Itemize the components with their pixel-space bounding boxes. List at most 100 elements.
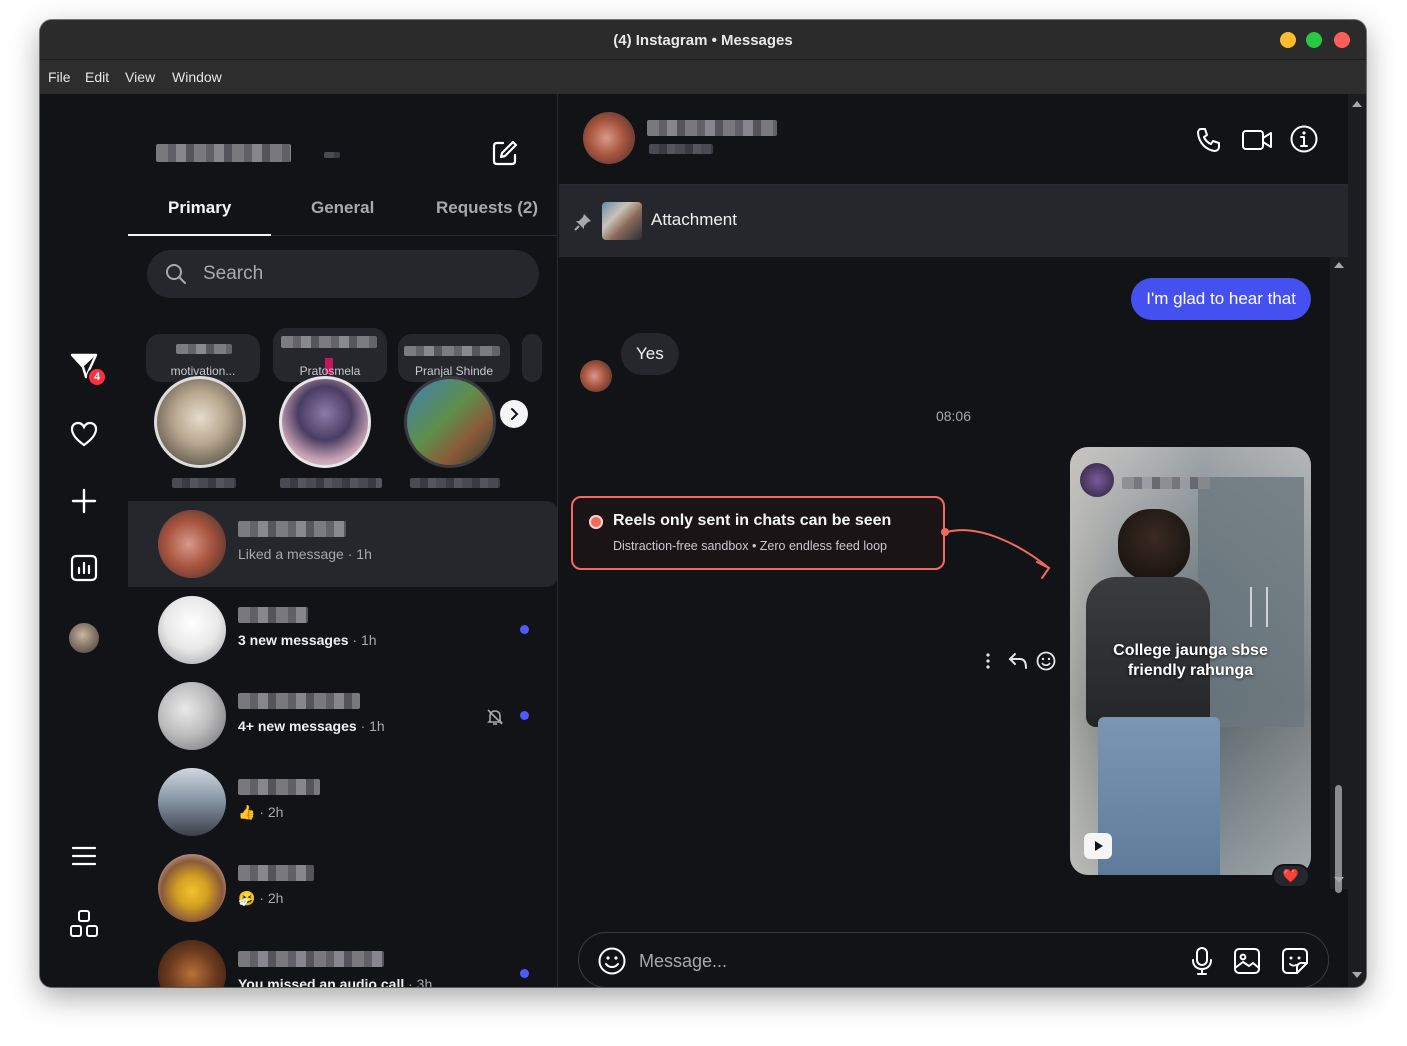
window-scrollbar[interactable] bbox=[1348, 94, 1366, 987]
emoji-react-icon[interactable] bbox=[1035, 650, 1057, 672]
app-window: (4) Instagram • Messages File Edit View … bbox=[40, 20, 1366, 987]
conversation-preview: 👍 · 2h bbox=[238, 804, 284, 820]
avatar bbox=[158, 596, 226, 664]
phone-icon[interactable] bbox=[1195, 126, 1223, 154]
heart-reaction[interactable]: ❤️ bbox=[1272, 864, 1310, 888]
avatar bbox=[158, 768, 226, 836]
chat-header bbox=[559, 94, 1348, 185]
story-avatar[interactable] bbox=[404, 376, 496, 468]
avatar bbox=[158, 940, 226, 987]
conversation-preview: Liked a message · 1h bbox=[238, 546, 372, 562]
messages-scrollbar[interactable] bbox=[1330, 257, 1348, 893]
note-bubble[interactable]: Pratosmela bbox=[273, 328, 387, 382]
close-button[interactable] bbox=[1334, 32, 1350, 48]
muted-bell-icon bbox=[487, 709, 503, 725]
conversation-item[interactable]: 👍 · 2h bbox=[128, 759, 557, 845]
conversation-preview: 3 new messages · 1h bbox=[238, 632, 377, 648]
more-options-icon[interactable] bbox=[983, 651, 993, 671]
conversation-name bbox=[238, 951, 384, 967]
conversation-item[interactable]: 🤧 · 2h bbox=[128, 845, 557, 931]
info-icon[interactable] bbox=[1289, 124, 1319, 154]
conversation-name bbox=[238, 521, 346, 537]
callout-title: Reels only sent in chats can be seen bbox=[613, 512, 892, 529]
apps-icon[interactable] bbox=[68, 908, 100, 940]
zoom-button[interactable] bbox=[1306, 32, 1322, 48]
unread-dot bbox=[520, 969, 529, 978]
reel-caption: College jaunga sbse friendly rahunga bbox=[1113, 642, 1268, 679]
note-bubble[interactable] bbox=[522, 334, 542, 382]
account-switch-chevron[interactable] bbox=[324, 152, 340, 158]
inbox-tabs: Primary General Requests (2) bbox=[128, 194, 557, 236]
search-input[interactable] bbox=[203, 260, 523, 288]
story-username bbox=[410, 478, 500, 488]
menu-file[interactable]: File bbox=[48, 69, 71, 85]
insights-icon[interactable] bbox=[68, 552, 100, 584]
message-timestamp: 08:06 bbox=[935, 408, 972, 424]
window-title: (4) Instagram • Messages bbox=[613, 32, 793, 49]
reel-author-name bbox=[1122, 477, 1210, 489]
reel-author-avatar[interactable] bbox=[1080, 463, 1114, 497]
conversation-item[interactable]: 4+ new messages · 1h bbox=[128, 673, 557, 759]
annotation-callout: Reels only sent in chats can be seen Dis… bbox=[571, 496, 945, 570]
conversation-item[interactable]: 3 new messages · 1h bbox=[128, 587, 557, 673]
note-bubble[interactable]: motivation... bbox=[146, 334, 260, 382]
reel-message[interactable]: College jaunga sbse friendly rahunga bbox=[1070, 447, 1311, 875]
menu-icon[interactable] bbox=[68, 840, 100, 872]
stories-next-button[interactable] bbox=[500, 400, 528, 428]
chevron-right-icon bbox=[511, 408, 519, 420]
microphone-icon[interactable] bbox=[1190, 946, 1214, 976]
unread-badge: 4 bbox=[87, 367, 107, 387]
tab-primary[interactable]: Primary bbox=[168, 198, 231, 218]
menu-bar: File Edit View Window bbox=[40, 60, 1366, 94]
sender-avatar[interactable] bbox=[580, 360, 612, 392]
story-avatar[interactable] bbox=[279, 376, 371, 468]
minimize-button[interactable] bbox=[1280, 32, 1296, 48]
search-icon bbox=[166, 264, 186, 284]
inbox-panel: Primary General Requests (2) motivation.… bbox=[128, 94, 558, 987]
avatar bbox=[158, 510, 226, 578]
menu-edit[interactable]: Edit bbox=[85, 69, 109, 85]
active-tab-indicator bbox=[128, 234, 271, 236]
title-bar: (4) Instagram • Messages bbox=[40, 20, 1366, 60]
conversation-name bbox=[238, 865, 314, 881]
message-input[interactable] bbox=[639, 947, 1139, 975]
sticker-icon[interactable] bbox=[1280, 946, 1310, 976]
contact-avatar[interactable] bbox=[583, 112, 635, 164]
plus-icon[interactable] bbox=[68, 485, 100, 517]
conversation-item[interactable]: You missed an audio call · 3h bbox=[128, 931, 557, 987]
attachment-thumbnail bbox=[602, 202, 642, 240]
nav-rail: 4 bbox=[40, 94, 128, 987]
image-upload-icon[interactable] bbox=[1232, 946, 1262, 976]
story-username bbox=[172, 478, 236, 488]
story-avatar[interactable] bbox=[154, 376, 246, 468]
unread-dot bbox=[520, 711, 529, 720]
conversation-name bbox=[238, 779, 320, 795]
conversation-preview: You missed an audio call · 3h bbox=[238, 976, 433, 987]
heart-icon[interactable] bbox=[68, 418, 100, 450]
menu-window[interactable]: Window bbox=[172, 69, 222, 85]
reply-icon[interactable] bbox=[1007, 650, 1029, 672]
account-username[interactable] bbox=[156, 144, 291, 162]
outgoing-message[interactable]: I'm glad to hear that bbox=[1131, 278, 1311, 320]
compose-icon[interactable] bbox=[490, 138, 520, 168]
contact-username bbox=[649, 144, 713, 154]
tab-general[interactable]: General bbox=[311, 198, 374, 218]
conversation-name bbox=[238, 607, 308, 623]
conversation-item[interactable]: Liked a message · 1h bbox=[128, 501, 557, 587]
profile-avatar[interactable] bbox=[68, 622, 100, 654]
record-icon bbox=[589, 515, 603, 529]
emoji-icon[interactable] bbox=[597, 946, 627, 976]
conversation-preview: 🤧 · 2h bbox=[238, 890, 284, 906]
contact-name[interactable] bbox=[647, 120, 777, 136]
tab-requests[interactable]: Requests (2) bbox=[436, 198, 538, 218]
menu-view[interactable]: View bbox=[125, 69, 155, 85]
reel-play-icon[interactable] bbox=[1084, 833, 1112, 859]
incoming-message[interactable]: Yes bbox=[621, 333, 679, 375]
video-call-icon[interactable] bbox=[1241, 126, 1273, 154]
conversation-name bbox=[238, 693, 360, 709]
pinned-message-bar[interactable]: Attachment bbox=[559, 185, 1348, 257]
chat-panel: Attachment I'm glad to hear that Yes 08:… bbox=[559, 94, 1348, 987]
unread-dot bbox=[520, 625, 529, 634]
note-bubble[interactable]: Pranjal Shinde bbox=[398, 334, 510, 382]
search-bar[interactable] bbox=[147, 250, 539, 298]
